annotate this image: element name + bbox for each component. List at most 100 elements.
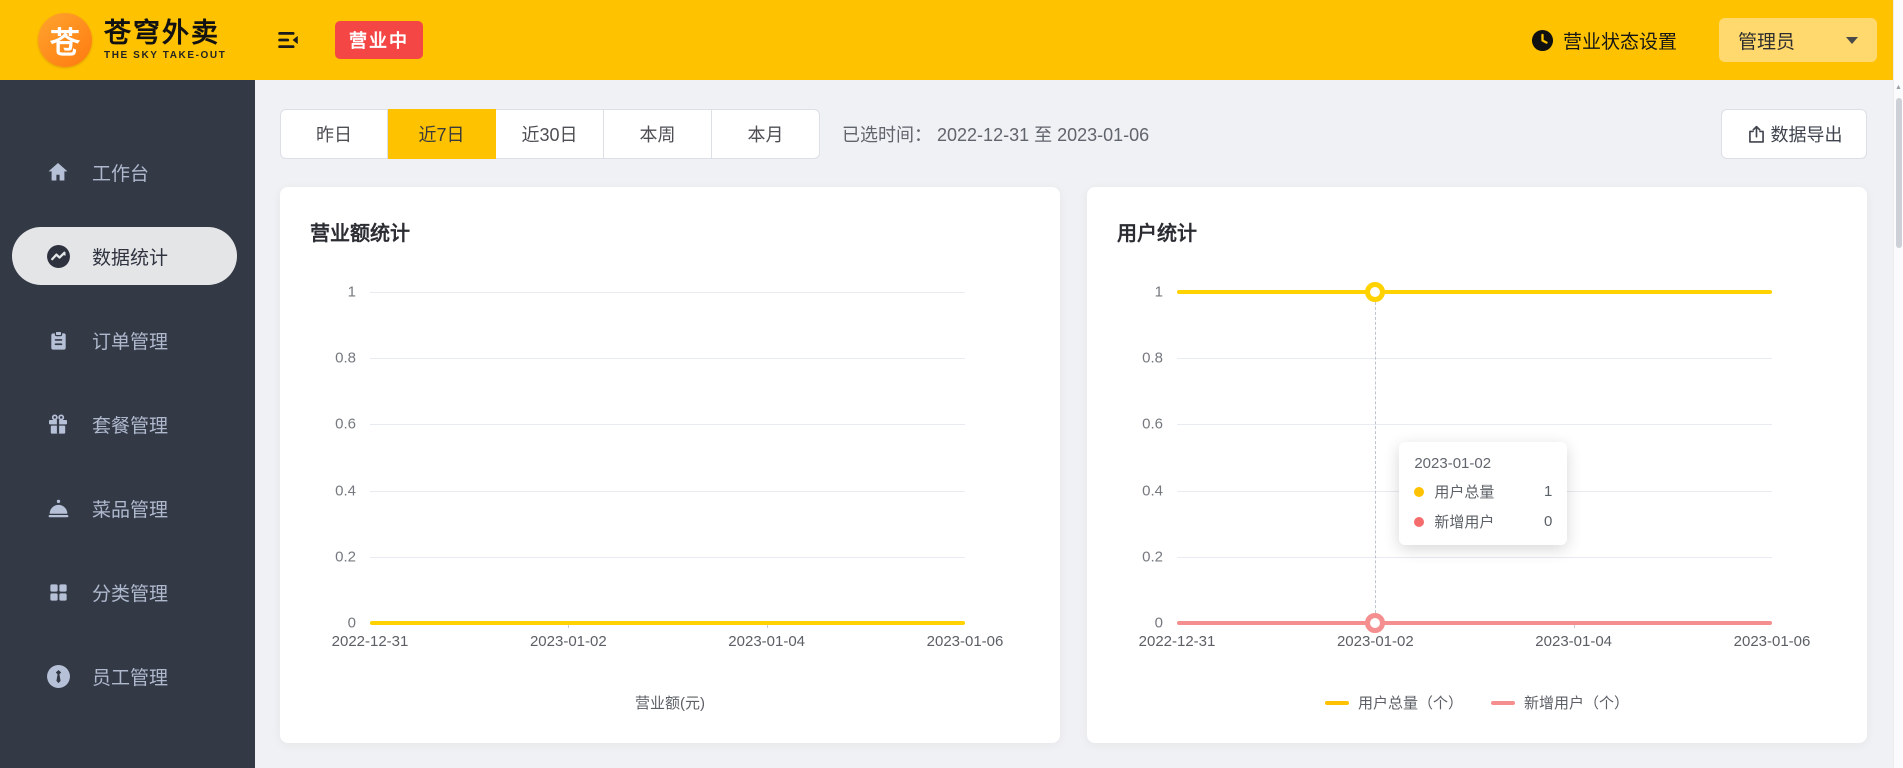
chevron-down-icon [1846, 36, 1858, 44]
y-axis-label: 0.4 [335, 482, 356, 500]
tooltip-row: 新增用户 0 [1414, 511, 1552, 532]
series-line[interactable] [1177, 290, 1772, 294]
tooltip-series-value: 0 [1543, 513, 1553, 530]
scrollbar-thumb[interactable] [1896, 98, 1902, 248]
business-status-setting[interactable]: 营业状态设置 [1531, 27, 1677, 54]
legend-label: 营业额(元) [635, 695, 705, 712]
selected-time-value: 2022-12-31 至 2023-01-06 [937, 125, 1150, 145]
sidebar-item-label: 菜品管理 [92, 499, 169, 521]
revenue-chart-card: 营业额统计 0 0.2 0.4 0.6 0.8 1 2022-12-31 2023-01-02… [280, 187, 1060, 743]
y-axis-label: 0.6 [335, 415, 356, 433]
sidebar-item-statistics[interactable]: 数据统计 [12, 227, 237, 285]
menu-collapse-icon[interactable] [273, 25, 303, 55]
user-chart-card: 用户统计 0 0.2 0.4 0.6 0.8 1 2022-12-31 2023-01-02 2… [1087, 187, 1867, 743]
date-range-tabs: 昨日 近7日 近30日 本周 本月 [280, 109, 820, 159]
status-setting-label: 营业状态设置 [1562, 31, 1677, 53]
tab-last-7-days[interactable]: 近7日 [388, 109, 496, 159]
business-status-badge: 营业中 [335, 21, 423, 59]
x-axis-label: 2023-01-02 [529, 633, 607, 650]
x-axis-label: 2023-01-06 [1733, 633, 1811, 650]
export-label: 数据导出 [1770, 125, 1843, 145]
app-logo: 苍 苍穹外卖 THE SKY TAKE-OUT [0, 13, 255, 67]
series-line[interactable] [370, 621, 965, 625]
y-axis-label: 0.8 [1142, 349, 1163, 367]
sidebar-item-label: 数据统计 [92, 247, 169, 269]
data-point-marker[interactable] [1365, 282, 1386, 302]
tooltip-series-value: 1 [1543, 483, 1553, 500]
clipboard-icon [45, 327, 71, 353]
sidebar-item-orders[interactable]: 订单管理 [0, 311, 255, 369]
sidebar-item-label: 订单管理 [92, 331, 169, 353]
legend-item[interactable]: 新增用户（个） [1491, 692, 1629, 713]
app-header: 苍 苍穹外卖 THE SKY TAKE-OUT 营业中 营业状态设置 管理员 [0, 0, 1903, 80]
sidebar-item-label: 员工管理 [92, 667, 169, 689]
y-axis-label: 0 [1154, 614, 1163, 632]
trend-icon [45, 243, 71, 269]
tab-last-30-days[interactable]: 近30日 [496, 109, 604, 159]
export-button[interactable]: 数据导出 [1721, 109, 1867, 159]
sidebar-item-label: 工作台 [92, 163, 150, 185]
filter-bar: 昨日 近7日 近30日 本周 本月 已选时间： 2022-12-31 至 202… [280, 109, 1867, 159]
sidebar-item-categories[interactable]: 分类管理 [0, 563, 255, 621]
scrollbar-up-arrow[interactable]: ▲ [1894, 84, 1903, 91]
x-axis-label: 2023-01-06 [926, 633, 1004, 650]
x-axis-label: 2022-12-31 [331, 633, 409, 650]
sidebar-item-employees[interactable]: 员工管理 [0, 647, 255, 705]
sidebar-item-setmeal[interactable]: 套餐管理 [0, 395, 255, 453]
tab-this-week[interactable]: 本周 [604, 109, 712, 159]
y-axis-label: 0.2 [335, 548, 356, 566]
chart-legend: 用户总量（个） 新增用户（个） [1087, 692, 1867, 713]
brand-name: 苍穹外卖 [104, 18, 220, 48]
y-axis-label: 0 [347, 614, 356, 632]
selected-time: 已选时间： 2022-12-31 至 2023-01-06 [842, 121, 1149, 147]
sidebar-item-workbench[interactable]: 工作台 [0, 143, 255, 201]
data-point-marker[interactable] [1365, 613, 1386, 633]
gridline [370, 424, 965, 426]
gift-icon [45, 411, 71, 437]
sidebar-item-label: 分类管理 [92, 583, 169, 605]
user-dropdown[interactable]: 管理员 [1719, 18, 1877, 62]
tooltip-row: 用户总量 1 [1414, 481, 1552, 502]
user-name: 管理员 [1738, 31, 1796, 53]
gridline [1177, 358, 1772, 360]
y-axis-label: 1 [1154, 283, 1163, 301]
export-icon [1746, 124, 1767, 145]
tab-this-month[interactable]: 本月 [712, 109, 820, 159]
chart-title: 营业额统计 [310, 223, 410, 245]
brand-logo-icon: 苍 [38, 13, 92, 67]
y-axis-label: 0.8 [335, 349, 356, 367]
chart-title: 用户统计 [1117, 223, 1197, 245]
selected-time-label: 已选时间： [842, 125, 932, 145]
sidebar-item-label: 套餐管理 [92, 415, 169, 437]
revenue-chart-plot[interactable]: 0 0.2 0.4 0.6 0.8 1 2022-12-31 2023-01-02 2023-0… [332, 284, 1004, 651]
gridline [370, 292, 965, 293]
tooltip-series-label: 用户总量 [1434, 484, 1495, 501]
user-chart-plot[interactable]: 0 0.2 0.4 0.6 0.8 1 2022-12-31 2023-01-02 2023-0… [1139, 282, 1810, 650]
y-axis-label: 0.6 [1142, 415, 1163, 433]
legend-item[interactable]: 用户总量（个） [1324, 692, 1463, 713]
tooltip-series-dot [1414, 486, 1425, 497]
x-axis-label: 2023-01-04 [728, 633, 806, 650]
clock-icon [1531, 29, 1554, 52]
sidebar-item-dishes[interactable]: 菜品管理 [0, 479, 255, 537]
legend-line-marker [1491, 700, 1515, 705]
tab-yesterday[interactable]: 昨日 [280, 109, 388, 159]
vertical-scrollbar[interactable]: ▲ [1893, 0, 1903, 768]
chart-legend: 营业额(元) [280, 692, 1060, 713]
home-icon [45, 159, 71, 185]
main-content: 昨日 近7日 近30日 本周 本月 已选时间： 2022-12-31 至 202… [255, 80, 1893, 768]
series-line[interactable] [1177, 621, 1772, 625]
employee-icon [45, 663, 71, 689]
x-axis-label: 2023-01-04 [1535, 633, 1613, 650]
legend-item[interactable]: 营业额(元) [635, 692, 705, 713]
gridline [370, 556, 965, 558]
gridline [370, 490, 965, 492]
charts-row: 营业额统计 0 0.2 0.4 0.6 0.8 1 2022-12-31 2023-01-02… [280, 187, 1867, 743]
tooltip-date: 2023-01-02 [1414, 455, 1492, 472]
sidebar: 工作台 数据统计 订单管理 套餐管理 菜品管理 分类管理 员工管理 [0, 80, 255, 768]
y-axis-label: 1 [347, 283, 356, 301]
chart-tooltip: 2023-01-02 用户总量 1 新增用户 0 [1399, 442, 1568, 545]
brand-subtitle: THE SKY TAKE-OUT [104, 50, 227, 61]
legend-label: 新增用户（个） [1524, 695, 1630, 712]
gridline [1177, 424, 1772, 426]
